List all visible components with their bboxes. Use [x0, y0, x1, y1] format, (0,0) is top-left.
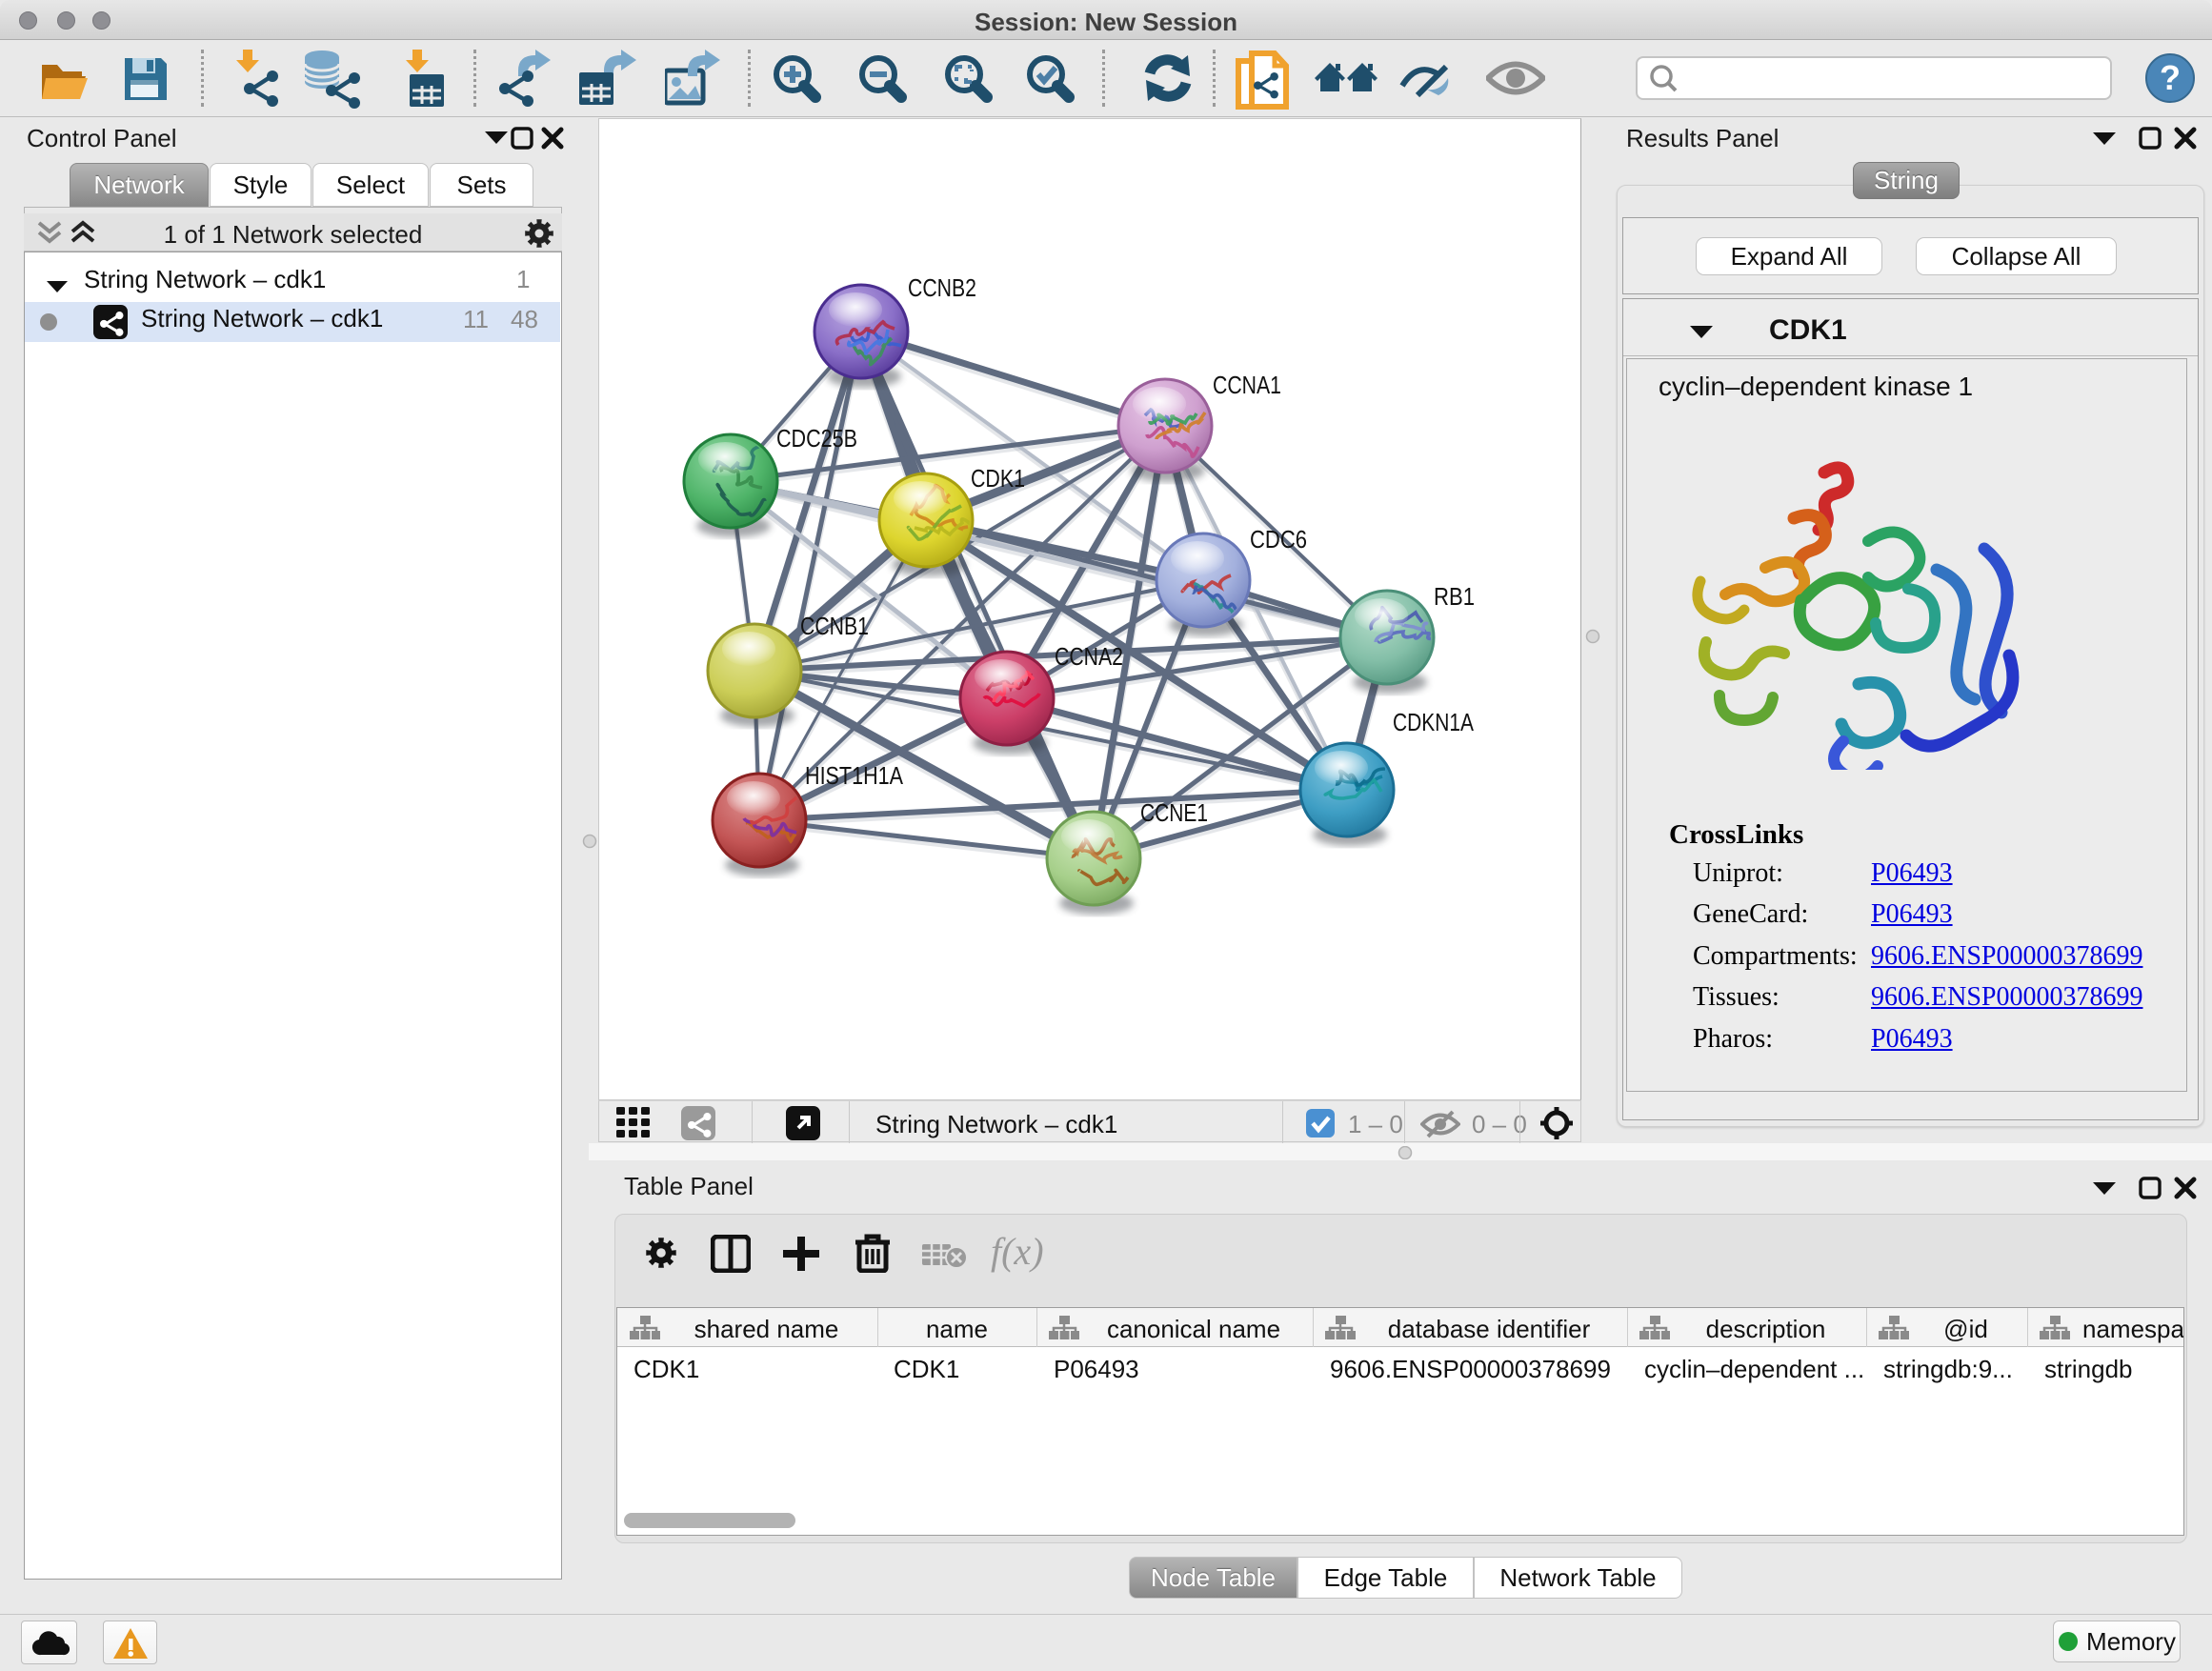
svg-text:CDC25B: CDC25B — [776, 424, 857, 453]
svg-text:CCNA2: CCNA2 — [1055, 642, 1123, 671]
svg-text:CCNB1: CCNB1 — [800, 612, 869, 640]
svg-text:RB1: RB1 — [1434, 582, 1475, 611]
svg-text:HIST1H1A: HIST1H1A — [805, 761, 904, 790]
svg-text:CCNE1: CCNE1 — [1140, 798, 1208, 827]
svg-text:?: ? — [2160, 58, 2181, 97]
svg-text:CDKN1A: CDKN1A — [1393, 708, 1475, 736]
svg-text:CDK1: CDK1 — [971, 464, 1025, 493]
svg-text:CCNA1: CCNA1 — [1213, 371, 1281, 399]
svg-text:CDC6: CDC6 — [1250, 525, 1307, 554]
svg-text:CCNB2: CCNB2 — [908, 273, 976, 302]
